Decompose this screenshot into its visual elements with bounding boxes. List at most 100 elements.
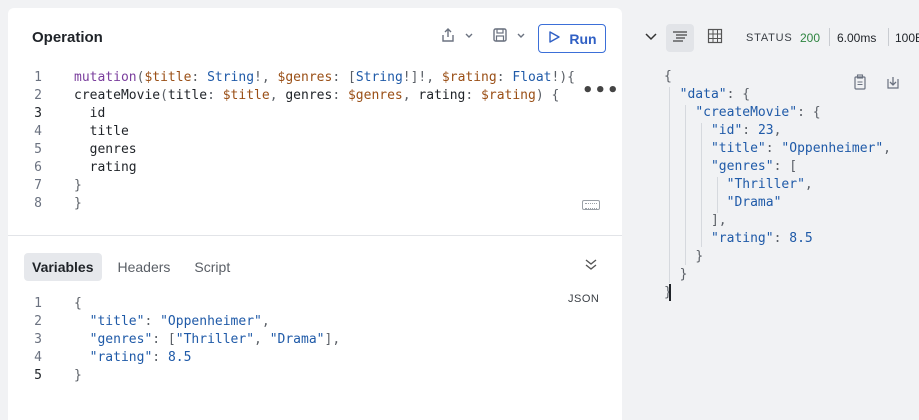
code-token: !]!,	[402, 70, 442, 85]
code-line: 3 id	[24, 105, 584, 123]
code-token: !){	[551, 70, 575, 85]
code-token: :	[465, 88, 482, 103]
code-token: mutation	[74, 70, 137, 85]
code-token: rating	[418, 88, 466, 103]
code-token: }	[74, 368, 82, 383]
separator	[888, 28, 889, 46]
code-token: $rating	[481, 88, 536, 103]
response-time: 6.00ms	[837, 31, 877, 45]
format-lines-icon	[672, 29, 688, 48]
operation-header: Operation Run	[8, 8, 622, 70]
view-lines-button[interactable]	[666, 24, 694, 52]
code-line: "title": "Oppenheimer",	[664, 140, 919, 158]
code-text: "data": {	[664, 87, 750, 102]
tab-variables[interactable]: Variables	[24, 253, 102, 281]
code-token: "title"	[89, 314, 145, 329]
view-table-button[interactable]	[701, 24, 729, 52]
format-label: JSON	[568, 293, 600, 305]
code-line: "data": {	[664, 86, 919, 104]
code-token: ],	[710, 213, 727, 228]
code-token: :	[496, 70, 513, 85]
response-viewer[interactable]: { "data": { "createMovie": { "id": 23, "…	[664, 68, 919, 302]
code-token: ,	[804, 177, 813, 192]
line-number: 1	[34, 296, 42, 311]
code-token: {	[74, 296, 82, 311]
code-token: {	[664, 69, 672, 84]
line-number: 4	[34, 350, 42, 365]
code-text: "Thriller",	[664, 177, 813, 192]
code-token: :	[332, 88, 348, 103]
code-token: 23	[757, 123, 774, 138]
code-token: "rating"	[710, 231, 774, 246]
code-token: }	[679, 267, 688, 282]
code-line: 2 "title": "Oppenheimer",	[24, 313, 564, 331]
keyboard-icon[interactable]	[582, 200, 600, 210]
code-token: "Drama"	[269, 332, 325, 347]
code-line: "Drama"	[664, 194, 919, 212]
run-button[interactable]: Run	[538, 24, 606, 53]
code-token: :	[144, 314, 161, 329]
code-text: createMovie(title: $title, genres: $genr…	[74, 87, 559, 105]
response-size: 100B	[895, 31, 919, 45]
chevron-down-icon[interactable]	[644, 30, 658, 48]
save-menu-button[interactable]	[492, 27, 526, 47]
code-token: ,	[269, 88, 286, 103]
share-menu-button[interactable]	[440, 27, 474, 47]
code-token: "title"	[710, 141, 766, 156]
code-line: 1{	[24, 295, 564, 313]
code-line: "createMovie": {	[664, 104, 919, 122]
play-icon	[547, 30, 561, 47]
code-line: "rating": 8.5	[664, 230, 919, 248]
code-text: {	[664, 69, 672, 84]
code-token: }	[74, 178, 82, 193]
code-text: {	[74, 295, 82, 313]
code-text: mutation($title: String!, $genres: [Stri…	[74, 69, 575, 87]
code-text: }	[74, 367, 82, 385]
response-toolbar: STATUS 200 6.00ms 100B	[630, 0, 919, 76]
separator	[829, 28, 830, 46]
code-token: title	[74, 124, 129, 139]
panel-divider	[8, 235, 622, 236]
code-token: "data"	[679, 87, 727, 102]
code-line: 5 genres	[24, 141, 584, 159]
tab-script[interactable]: Script	[186, 253, 238, 281]
code-token: : {	[797, 105, 821, 120]
code-token: !,	[254, 70, 278, 85]
variables-editor[interactable]: 1{2 "title": "Oppenheimer", 3 "genres": […	[24, 295, 564, 385]
code-token: ,	[883, 141, 891, 156]
line-number: 5	[34, 368, 42, 383]
code-text: "title": "Oppenheimer",	[664, 141, 891, 156]
code-token: title	[167, 88, 208, 103]
code-line: 2 createMovie(title: $title, genres: $gen…	[24, 87, 584, 105]
code-token: ,	[402, 88, 419, 103]
collapse-icon[interactable]	[584, 258, 598, 272]
more-icon[interactable]: •••	[582, 80, 620, 101]
save-icon	[492, 27, 508, 47]
operation-title: Operation	[32, 29, 103, 46]
code-line: 3 "genres": ["Thriller", "Drama"],	[24, 331, 564, 349]
tab-headers[interactable]: Headers	[110, 253, 179, 281]
code-token: createMovie	[74, 88, 161, 103]
variables-tabs: Variables Headers Script	[24, 253, 246, 281]
text-cursor	[669, 284, 671, 301]
code-text: rating	[74, 159, 137, 177]
code-token: :	[191, 70, 208, 85]
code-line: 5}	[24, 367, 564, 385]
code-token: : [	[773, 159, 798, 174]
operation-editor[interactable]: 1 mutation($title: String!, $genres: [Str…	[24, 69, 584, 213]
code-text: "Drama"	[664, 195, 782, 210]
code-token: :	[207, 88, 223, 103]
code-token: 8.5	[167, 350, 192, 365]
code-token: (	[160, 88, 168, 103]
code-text: "title": "Oppenheimer",	[74, 313, 270, 331]
code-text: ],	[664, 213, 727, 228]
share-icon	[440, 27, 456, 47]
code-text: "genres": [	[664, 159, 797, 174]
line-number: 3	[34, 106, 42, 121]
